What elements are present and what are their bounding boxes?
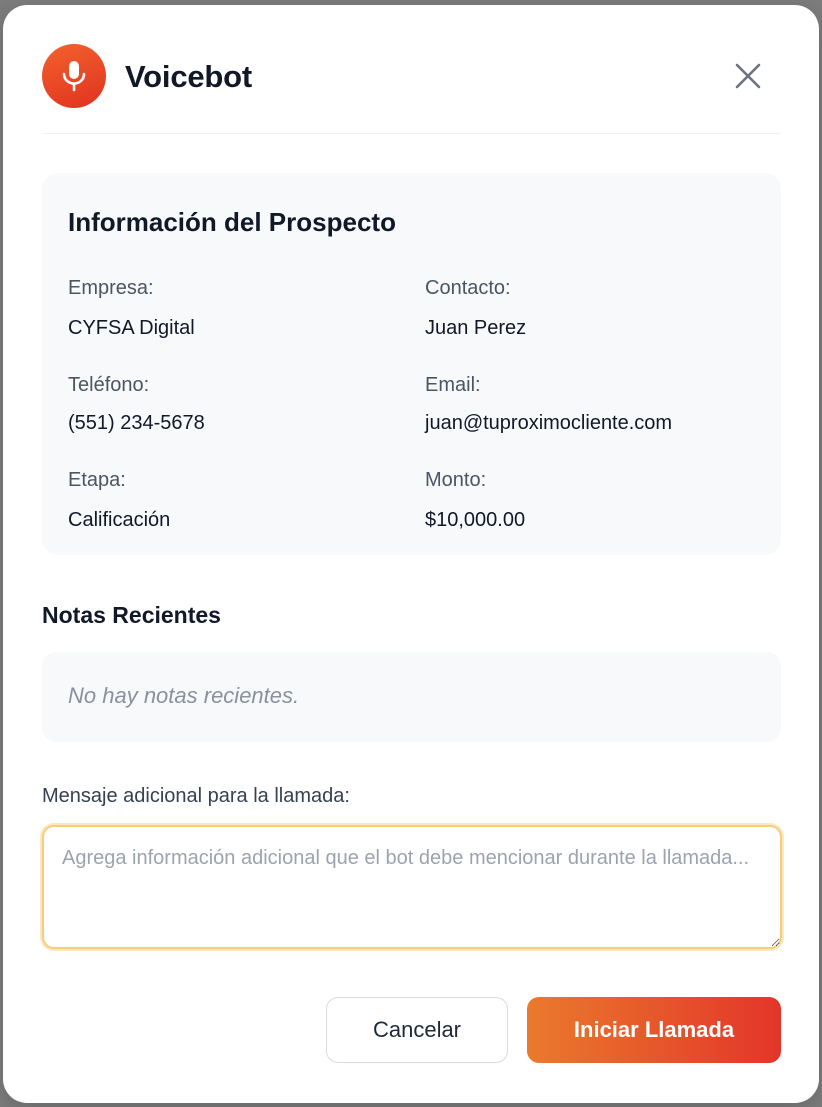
message-label: Mensaje adicional para la llamada: xyxy=(42,785,350,807)
dialog-title: Voicebot xyxy=(125,59,253,94)
microphone-icon xyxy=(42,44,106,108)
dialog-header: Voicebot xyxy=(3,5,819,135)
field-label-contacto: Contacto: xyxy=(425,277,511,299)
cancel-button[interactable]: Cancelar xyxy=(326,997,508,1063)
field-value-contacto: Juan Perez xyxy=(425,317,527,339)
notes-title: Notas Recientes xyxy=(42,602,221,628)
field-value-etapa: Calificación xyxy=(68,509,171,531)
header-divider xyxy=(42,133,780,134)
prospect-info-card: Información del Prospecto Empresa: CYFSA… xyxy=(42,173,781,555)
close-icon xyxy=(735,63,761,89)
field-value-email: juan@tuproximocliente.com xyxy=(425,412,673,434)
voicebot-dialog: Voicebot Información del Prospecto Empre… xyxy=(3,5,819,1103)
close-button[interactable] xyxy=(731,59,765,93)
notes-empty-text: No hay notas recientes. xyxy=(68,683,300,708)
field-label-telefono: Teléfono: xyxy=(68,374,150,396)
field-label-email: Email: xyxy=(425,374,481,396)
field-value-empresa: CYFSA Digital xyxy=(68,317,195,339)
field-label-etapa: Etapa: xyxy=(68,469,126,491)
message-input[interactable] xyxy=(42,825,782,949)
field-value-telefono: (551) 234-5678 xyxy=(68,412,205,434)
field-value-monto: $10,000.00 xyxy=(425,509,526,531)
start-call-button[interactable]: Iniciar Llamada xyxy=(527,997,781,1063)
prospect-info-title: Información del Prospecto xyxy=(68,207,396,237)
field-label-empresa: Empresa: xyxy=(68,277,154,299)
notes-box: No hay notas recientes. xyxy=(42,652,781,742)
field-label-monto: Monto: xyxy=(425,469,487,491)
